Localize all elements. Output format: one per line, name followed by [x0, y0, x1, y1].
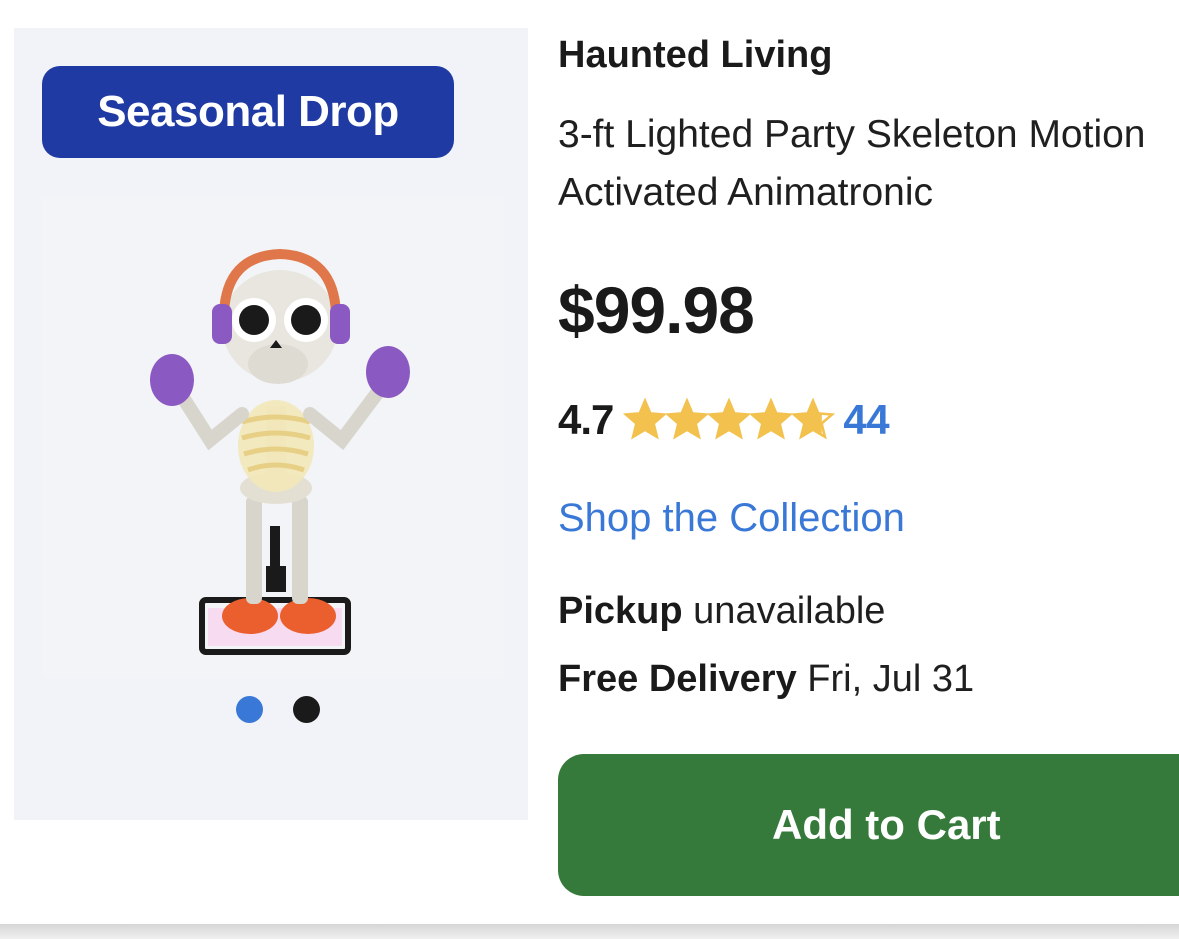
delivery-label: Free Delivery: [558, 658, 797, 700]
star-icon: [623, 398, 668, 440]
rating-row[interactable]: 4.7 44: [558, 388, 890, 452]
carousel-dot[interactable]: [293, 696, 320, 723]
product-image[interactable]: [42, 196, 504, 678]
product-title-line: 3-ft Lighted Party Skeleton Motion: [558, 113, 1146, 156]
carousel-dot-active[interactable]: [236, 696, 263, 723]
product-card: Seasonal Drop Haunted Living 3-ft Lighte…: [0, 0, 1179, 925]
seasonal-drop-badge: Seasonal Drop: [42, 66, 454, 158]
product-title[interactable]: 3-ft Lighted Party Skeleton Motion Activ…: [558, 106, 1179, 222]
star-rating: [623, 398, 836, 442]
pickup-availability: unavailable: [693, 590, 886, 632]
skeleton-animatronic-icon: [150, 248, 410, 655]
carousel-dots: [236, 694, 326, 724]
delivery-date: Fri, Jul 31: [807, 658, 975, 700]
shop-collection-link[interactable]: Shop the Collection: [558, 496, 905, 541]
add-to-cart-button[interactable]: Add to Cart: [558, 754, 1179, 896]
product-price: $99.98: [558, 273, 755, 347]
rating-value: 4.7: [558, 396, 614, 443]
bottom-divider: [0, 924, 1179, 939]
star-icon: [791, 398, 836, 440]
star-icon: [707, 398, 752, 440]
product-title-line: Activated Animatronic: [558, 171, 934, 214]
brand-name[interactable]: Haunted Living: [558, 34, 832, 77]
review-count-link[interactable]: 44: [843, 396, 889, 444]
pickup-status: Pickup unavailable: [558, 590, 885, 633]
star-icon: [665, 398, 710, 440]
product-image-panel: Seasonal Drop: [14, 28, 528, 820]
delivery-status: Free Delivery Fri, Jul 31: [558, 658, 974, 701]
star-icon: [749, 398, 794, 440]
pickup-label: Pickup: [558, 590, 683, 632]
